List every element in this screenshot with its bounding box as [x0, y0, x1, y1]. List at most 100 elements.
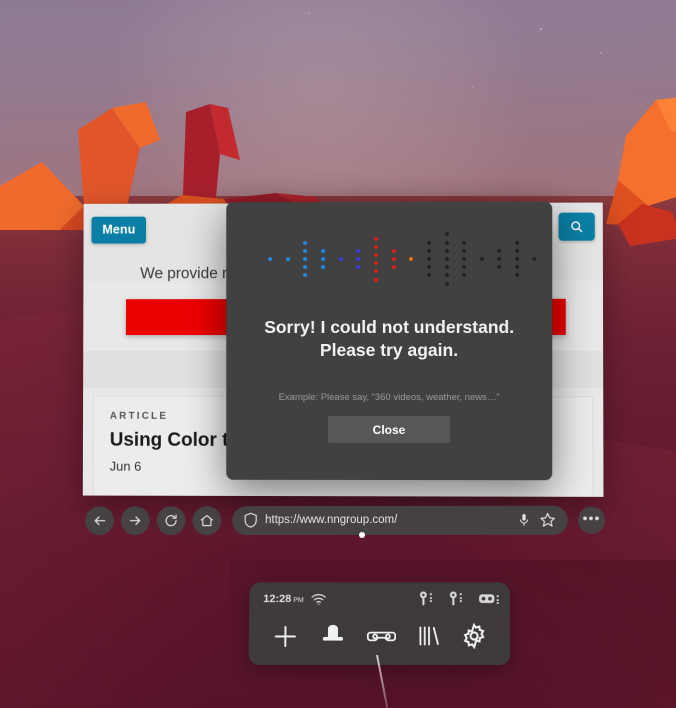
waveform-dot: [445, 281, 450, 286]
headset-battery: [479, 593, 499, 605]
right-controller-battery: [449, 591, 462, 606]
waveform-dot: [374, 277, 379, 282]
dock-icon-row: [249, 610, 511, 662]
waveform-dot: [303, 248, 308, 253]
vr-headset-icon[interactable]: [367, 626, 396, 645]
waveform-dot: [374, 269, 379, 274]
star-icon[interactable]: [540, 512, 556, 528]
waveform-dot: [321, 248, 326, 253]
rock-small-right: [618, 204, 676, 246]
waveform-dot: [497, 256, 502, 261]
voice-waveform-dots: [264, 230, 537, 288]
dock-status-bar: 12:28 PM: [249, 582, 510, 610]
arrow-left-icon: [92, 513, 107, 528]
search-icon: [570, 220, 584, 234]
new-tab-icon[interactable]: [271, 623, 298, 650]
site-menu-button[interactable]: Menu: [91, 216, 147, 244]
back-button[interactable]: [85, 505, 115, 535]
system-dock[interactable]: 12:28 PM: [248, 582, 511, 666]
waveform-dot: [391, 248, 396, 253]
waveform-dot: [321, 257, 326, 262]
library-icon[interactable]: [417, 624, 440, 648]
waveform-dot: [532, 256, 537, 261]
home-icon: [199, 513, 214, 528]
waveform-dot: [462, 256, 467, 261]
waveform-dot: [462, 273, 467, 278]
waveform-dot: [356, 265, 361, 270]
voice-search-error-dialog[interactable]: Sorry! I could not understand. Please tr…: [226, 201, 553, 481]
right-controller-icon: [449, 591, 457, 606]
waveform-dot: [268, 257, 273, 262]
waveform-dot: [427, 248, 432, 253]
home-button[interactable]: [192, 505, 222, 535]
waveform-dot: [321, 265, 326, 270]
star: [472, 86, 474, 88]
waveform-dot: [303, 273, 308, 278]
left-controller-battery: [419, 591, 432, 606]
waveform-dot: [497, 265, 502, 270]
waveform-dot: [515, 273, 520, 278]
waveform-dot: [445, 232, 450, 237]
url-bar[interactable]: https://www.nngroup.com/: [232, 505, 569, 538]
waveform-dot: [480, 256, 485, 261]
reload-icon: [164, 513, 179, 528]
microphone-icon[interactable]: [517, 512, 530, 527]
waveform-dot: [515, 265, 520, 270]
waveform-dot: [374, 252, 379, 257]
waveform-dot: [462, 265, 467, 270]
modal-example-text: Example: Please say, “360 videos, weathe…: [278, 392, 500, 404]
modal-title: Sorry! I could not understand. Please tr…: [226, 316, 552, 362]
star: [540, 28, 542, 30]
headset-icon: [479, 594, 495, 603]
waveform-dot: [462, 248, 467, 253]
star: [600, 52, 602, 54]
waveform-dot: [356, 248, 361, 253]
modal-title-line-1: Sorry! I could not understand.: [264, 316, 515, 338]
waveform-dot: [427, 265, 432, 270]
waveform-dot: [445, 273, 450, 278]
waveform-dot: [286, 257, 291, 262]
waveform-dot: [374, 244, 379, 249]
waveform-dot: [445, 265, 450, 270]
waveform-dot: [409, 256, 414, 261]
waveform-dot: [303, 265, 308, 270]
clock-time: 12:28: [263, 592, 292, 605]
url-cursor-indicator: [359, 531, 366, 538]
waveform-dot: [303, 257, 308, 262]
waveform-dot: [303, 240, 308, 245]
arrow-right-icon: [128, 513, 143, 528]
reload-button[interactable]: [156, 505, 186, 535]
browser-navigation-bar: https://www.nngroup.com/ •••: [85, 500, 606, 540]
waveform-dot: [515, 256, 520, 261]
waveform-dot: [391, 265, 396, 270]
site-search-button[interactable]: [558, 212, 595, 241]
wifi-icon: [311, 593, 326, 605]
clock-meridiem: PM: [293, 596, 304, 604]
waveform-dot: [445, 240, 450, 245]
dock-clock: 12:28 PM: [263, 593, 304, 605]
waveform-dot: [374, 236, 379, 241]
waveform-dot: [356, 257, 361, 262]
left-controller-icon: [419, 591, 427, 606]
waveform-dot: [462, 240, 467, 245]
waveform-dot: [427, 256, 432, 261]
waveform-dot: [515, 240, 520, 245]
close-button[interactable]: Close: [328, 416, 451, 444]
waveform-dot: [391, 256, 396, 261]
star: [308, 12, 310, 14]
private-browsing-icon[interactable]: [320, 624, 346, 648]
battery-level-bars: [459, 591, 462, 603]
url-text[interactable]: https://www.nngroup.com/: [265, 514, 517, 526]
forward-button[interactable]: [120, 505, 150, 535]
waveform-dot: [445, 248, 450, 253]
battery-level-bars: [496, 593, 499, 605]
waveform-dot: [515, 248, 520, 253]
waveform-dot: [497, 248, 502, 253]
waveform-dot: [445, 256, 450, 261]
settings-gear-icon[interactable]: [461, 623, 487, 649]
battery-level-bars: [429, 591, 432, 603]
waveform-dot: [339, 257, 344, 262]
device-battery-indicators: [419, 591, 499, 606]
overflow-menu-button[interactable]: •••: [577, 506, 606, 534]
shield-icon: [244, 513, 258, 529]
